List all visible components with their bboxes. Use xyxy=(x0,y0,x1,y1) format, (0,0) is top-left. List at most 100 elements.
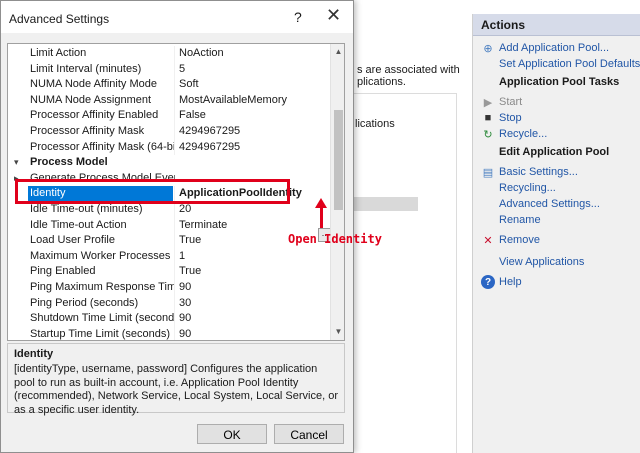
property-value[interactable]: 90 xyxy=(174,311,330,327)
action-label[interactable]: Help xyxy=(499,276,522,288)
action-label[interactable]: Remove xyxy=(499,234,540,246)
action-rename[interactable]: Rename xyxy=(481,212,541,228)
property-value[interactable]: MostAvailableMemory xyxy=(174,92,330,109)
property-value[interactable]: 4294967295 xyxy=(174,124,330,140)
action-label[interactable]: Set Application Pool Defaults... xyxy=(499,58,640,70)
property-row[interactable]: Idle Time-out (minutes) 20 xyxy=(8,202,330,218)
help-button[interactable]: ? xyxy=(294,9,302,25)
property-row[interactable]: Processor Affinity Mask (64-bit o 4294967… xyxy=(8,139,330,156)
actions-header: Actions xyxy=(473,14,640,36)
property-value[interactable]: Soft xyxy=(174,77,330,93)
property-name: Processor Affinity Mask (64-bit o xyxy=(30,140,175,153)
property-value[interactable]: 90 xyxy=(174,280,330,296)
property-name: Shutdown Time Limit (seconds) xyxy=(30,312,175,325)
action-remove[interactable]: ✕ Remove xyxy=(481,232,540,248)
property-value[interactable]: 30 xyxy=(174,295,330,312)
close-button[interactable]: ✕ xyxy=(326,6,341,24)
description-title: Identity xyxy=(14,348,54,360)
property-name: Idle Time-out (minutes) xyxy=(30,203,143,215)
property-name: Startup Time Limit (seconds) xyxy=(30,327,170,340)
advanced-settings-dialog: Advanced Settings ? ✕ Limit Action NoActi… xyxy=(0,0,354,453)
action-label[interactable]: Rename xyxy=(499,214,541,226)
actions-pane: Actions ⊕ Add Application Pool... Set Appl… xyxy=(472,14,640,453)
scroll-thumb[interactable] xyxy=(334,110,343,210)
action-basic-settings[interactable]: ▤ Basic Settings... xyxy=(481,164,578,180)
description-line-2: plications. xyxy=(357,76,406,88)
property-row[interactable]: Shutdown Time Limit (seconds) 90 xyxy=(8,311,330,327)
action-advanced-settings[interactable]: Advanced Settings... xyxy=(481,196,600,212)
property-row[interactable]: Limit Action NoAction xyxy=(8,46,330,62)
action-stop[interactable]: ■ Stop xyxy=(481,110,522,126)
property-name: Processor Affinity Enabled xyxy=(30,109,159,122)
grid-scrollbar[interactable]: ▲ ▼ xyxy=(330,44,344,340)
property-row[interactable]: NUMA Node Assignment MostAvailableMemory xyxy=(8,92,330,109)
action-label[interactable]: Add Application Pool... xyxy=(499,42,609,54)
property-value[interactable]: 4294967295 xyxy=(174,139,330,156)
scroll-down-icon[interactable]: ▼ xyxy=(331,325,344,339)
main-content-pane: s are associated with plications. xyxy=(352,0,472,453)
ok-button[interactable]: OK xyxy=(197,424,267,444)
dialog-title: Advanced Settings xyxy=(9,12,110,26)
description-line-1: s are associated with xyxy=(357,64,460,76)
action-label[interactable]: Recycling... xyxy=(499,182,556,194)
property-value[interactable]: 1 xyxy=(174,248,330,265)
action-recycling[interactable]: Recycling... xyxy=(481,180,556,196)
property-row[interactable]: Idle Time-out Action Terminate xyxy=(8,217,330,234)
property-name: Ping Period (seconds) xyxy=(30,296,139,309)
action-label: Start xyxy=(499,96,523,108)
category-row[interactable]: ▾ Process Model xyxy=(8,155,330,171)
description-text: [identityType, username, password] Confi… xyxy=(14,363,339,416)
property-row[interactable]: Ping Enabled True xyxy=(8,264,330,280)
property-value[interactable]: NoAction xyxy=(174,46,330,62)
property-value[interactable]: False xyxy=(174,108,330,124)
action-label[interactable]: View Applications xyxy=(499,256,584,268)
column-divider xyxy=(456,93,457,453)
property-row[interactable]: Startup Time Limit (seconds) 90 xyxy=(8,326,330,340)
property-value[interactable]: 5 xyxy=(174,61,330,78)
settings-icon: ▤ xyxy=(482,166,494,179)
property-name: Ping Maximum Response Time ( xyxy=(30,281,175,293)
property-name: Process Model xyxy=(30,156,108,169)
property-name: NUMA Node Affinity Mode xyxy=(30,78,157,91)
action-recycle[interactable]: ↻ Recycle... xyxy=(481,126,547,142)
property-value[interactable]: 20 xyxy=(174,202,330,218)
column-cell-text: lications xyxy=(355,118,395,130)
cancel-button[interactable]: Cancel xyxy=(274,424,344,444)
remove-icon: ✕ xyxy=(483,234,493,247)
scroll-up-icon[interactable]: ▲ xyxy=(331,45,344,59)
property-row[interactable]: Load User Profile True xyxy=(8,233,330,249)
property-row[interactable]: Ping Period (seconds) 30 xyxy=(8,295,330,312)
action-label[interactable]: Advanced Settings... xyxy=(499,198,600,210)
property-name: Idle Time-out Action xyxy=(30,218,127,231)
property-row[interactable]: Processor Affinity Mask 4294967295 xyxy=(8,124,330,140)
play-icon: ▶ xyxy=(483,96,493,109)
action-view-applications[interactable]: View Applications xyxy=(481,254,584,270)
action-set-application-pool-defaults[interactable]: Set Application Pool Defaults... xyxy=(481,56,640,72)
collapse-icon[interactable]: ▾ xyxy=(14,155,19,171)
property-row[interactable]: NUMA Node Affinity Mode Soft xyxy=(8,77,330,93)
help-icon: ? xyxy=(481,275,495,289)
action-label[interactable]: Basic Settings... xyxy=(499,166,578,178)
property-row[interactable]: Maximum Worker Processes 1 xyxy=(8,248,330,265)
property-row[interactable]: Limit Interval (minutes) 5 xyxy=(8,61,330,78)
action-help[interactable]: ? Help xyxy=(481,274,522,290)
action-add-application-pool[interactable]: ⊕ Add Application Pool... xyxy=(481,40,609,56)
column-header-divider xyxy=(352,93,456,94)
property-value[interactable]: True xyxy=(174,264,330,280)
action-label[interactable]: Stop xyxy=(499,112,522,124)
arrow-shaft xyxy=(320,206,323,228)
action-start: ▶ Start xyxy=(481,94,522,110)
property-name: NUMA Node Assignment xyxy=(30,93,152,106)
property-row[interactable]: Processor Affinity Enabled False xyxy=(8,108,330,124)
selected-pool-row[interactable] xyxy=(352,197,418,211)
property-name: Ping Enabled xyxy=(30,265,96,278)
property-value[interactable]: 90 xyxy=(174,326,330,340)
property-value[interactable]: Terminate xyxy=(174,217,330,234)
property-row[interactable]: Ping Maximum Response Time (90 xyxy=(8,280,330,296)
action-label[interactable]: Recycle... xyxy=(499,128,547,140)
